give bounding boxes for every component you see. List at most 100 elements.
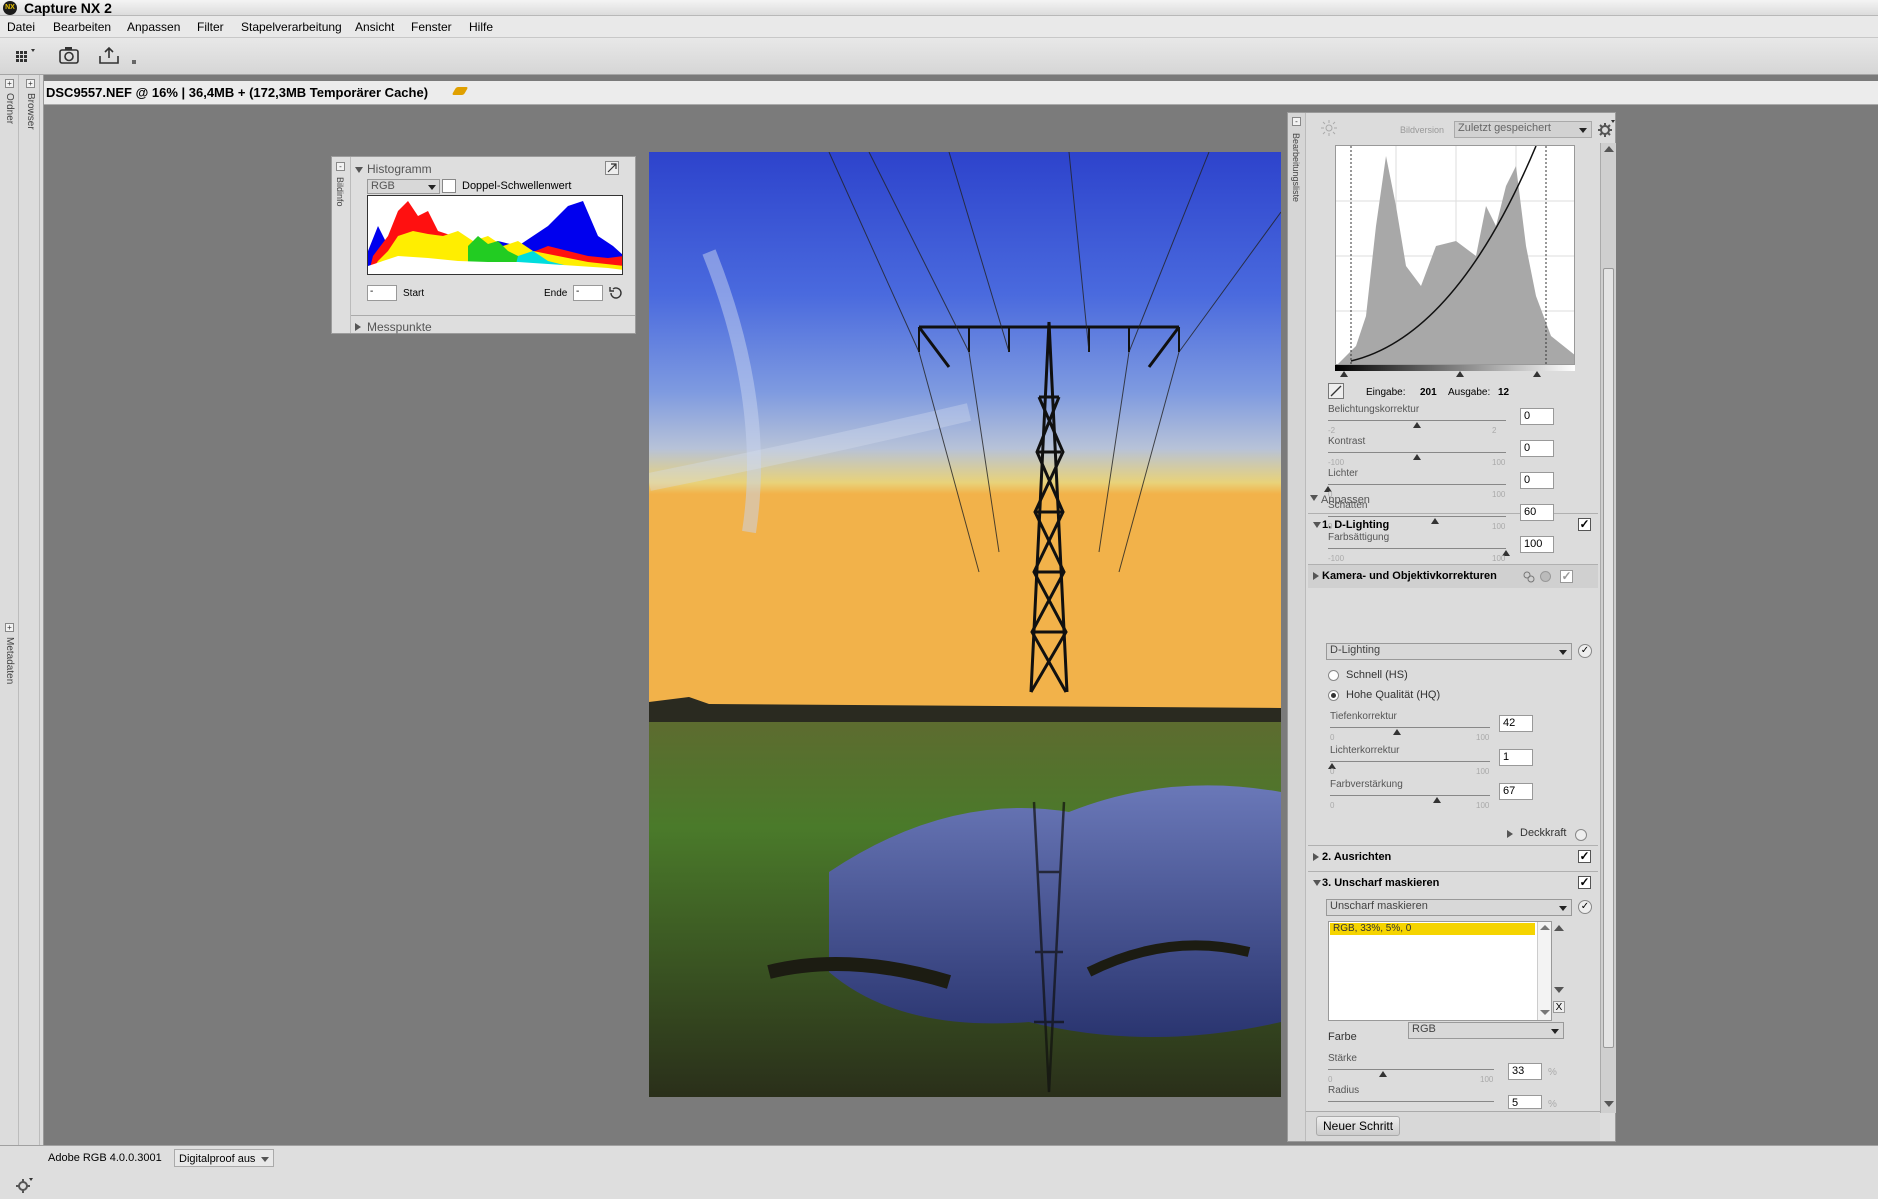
unscharf-list[interactable]: RGB, 33%, 5%, 0 (1328, 921, 1552, 1021)
slider-value-input[interactable]: 0 (1520, 408, 1554, 425)
slider-track[interactable] (1328, 484, 1506, 485)
slider-knob[interactable] (1413, 454, 1421, 460)
expand-icon[interactable]: + (26, 79, 35, 88)
menu-datei[interactable]: Datei (7, 20, 35, 34)
slider-value-input[interactable]: 42 (1499, 715, 1533, 732)
scroll-thumb[interactable] (1603, 268, 1614, 1048)
new-step-button[interactable]: Neuer Schritt (1316, 1116, 1401, 1136)
dlighting-checkbox[interactable]: ✓ (1578, 518, 1591, 531)
menu-stapelverarbeitung[interactable]: Stapelverarbeitung (241, 20, 342, 34)
kamera-checkbox[interactable]: ✓ (1560, 570, 1573, 583)
ausrichten-checkbox[interactable]: ✓ (1578, 850, 1591, 863)
color-profile-status[interactable]: Adobe RGB 4.0.0.3001 (44, 1149, 166, 1167)
slider-value-input[interactable]: 67 (1499, 783, 1533, 800)
browser-tab[interactable]: Browser (25, 93, 36, 130)
doppel-schwellenwert-checkbox[interactable] (442, 179, 456, 193)
scroll-up-icon[interactable] (1604, 146, 1614, 152)
ordner-tab[interactable]: Ordner (4, 93, 15, 124)
bearbeitungsliste-tab[interactable]: Bearbeitungsliste (1291, 133, 1301, 202)
radio-hohe-qualitaet[interactable] (1328, 690, 1339, 701)
unscharf-section-header[interactable]: 3. Unscharf maskieren ✓ (1308, 871, 1598, 893)
slider-value-input[interactable]: 0 (1520, 440, 1554, 457)
expand-icon[interactable]: + (5, 79, 14, 88)
camera-icon[interactable] (55, 44, 83, 68)
slider-track[interactable] (1328, 548, 1506, 549)
staerke-slider[interactable] (1328, 1069, 1494, 1070)
panel-scrollbar[interactable] (1600, 143, 1616, 1113)
collapse-icon[interactable]: - (336, 162, 345, 171)
staerke-knob[interactable] (1378, 1071, 1387, 1077)
slider-track[interactable] (1330, 761, 1490, 762)
histogram-channel-select[interactable]: RGB (367, 179, 440, 194)
menu-fenster[interactable]: Fenster (411, 20, 452, 34)
move-down-icon[interactable] (1554, 987, 1564, 993)
radius-slider[interactable] (1328, 1101, 1494, 1102)
messpunkte-section[interactable]: Messpunkte (367, 320, 432, 334)
gear-icon[interactable] (1596, 119, 1616, 139)
sun-icon[interactable] (1320, 119, 1338, 137)
bildversion-select[interactable]: Zuletzt gespeichert (1454, 121, 1592, 138)
slider-knob[interactable] (1393, 729, 1402, 735)
unscharf-list-item[interactable]: RGB, 33%, 5%, 0 (1330, 923, 1535, 935)
menu-ansicht[interactable]: Ansicht (355, 20, 394, 34)
unscharf-apply-icon[interactable]: ✓ (1578, 900, 1592, 914)
dot-icon[interactable] (1540, 571, 1551, 582)
histogram-start-input[interactable]: - (367, 285, 397, 301)
expand-arrow-icon[interactable] (1313, 853, 1319, 861)
list-scrollbar[interactable] (1537, 922, 1551, 1020)
scroll-down-icon[interactable] (1604, 1101, 1614, 1107)
dlighting-apply-icon[interactable]: ✓ (1578, 644, 1592, 658)
curve-black-point-knob[interactable] (1340, 371, 1348, 377)
radio-schnell[interactable] (1328, 670, 1339, 681)
staerke-input[interactable]: 33 (1508, 1063, 1542, 1080)
slider-value-input[interactable]: 60 (1520, 504, 1554, 521)
expand-arrow-icon[interactable] (355, 323, 361, 331)
kamera-section-header[interactable]: Kamera- und Objektivkorrekturen ✓ (1308, 564, 1598, 588)
digitalproof-select[interactable]: Digitalproof aus (174, 1149, 275, 1167)
unscharf-method-select[interactable]: Unscharf maskieren (1326, 899, 1572, 916)
metadaten-tab[interactable]: Metadaten (4, 637, 15, 684)
collapse-icon[interactable]: - (1292, 117, 1301, 126)
deckkraft-dot-icon[interactable] (1575, 829, 1587, 841)
grid-view-icon[interactable] (12, 44, 40, 68)
slider-track[interactable] (1328, 420, 1506, 421)
bildinfo-tab[interactable]: Bildinfo (335, 177, 345, 207)
slider-track[interactable] (1328, 516, 1506, 517)
deckkraft-expand-icon[interactable] (1507, 830, 1513, 838)
slider-track[interactable] (1328, 452, 1506, 453)
delete-icon[interactable]: X (1553, 1001, 1565, 1013)
slider-value-input[interactable]: 1 (1499, 749, 1533, 766)
settings-gear-icon[interactable] (14, 1176, 34, 1196)
tone-curve-graph[interactable] (1335, 145, 1575, 365)
export-icon[interactable] (95, 44, 123, 68)
collapse-arrow-icon[interactable] (1313, 880, 1321, 886)
histogram-popout-icon[interactable] (605, 161, 619, 175)
slider-value-input[interactable]: 0 (1520, 472, 1554, 489)
collapse-arrow-icon[interactable] (1313, 522, 1321, 528)
slider-value-input[interactable]: 100 (1520, 536, 1554, 553)
farbe-select[interactable]: RGB (1408, 1022, 1564, 1039)
move-up-icon[interactable] (1554, 925, 1564, 931)
anpassen-collapse-icon[interactable] (1310, 495, 1318, 501)
slider-track[interactable] (1330, 727, 1490, 728)
menu-hilfe[interactable]: Hilfe (469, 20, 493, 34)
radius-input[interactable]: 5 (1508, 1095, 1542, 1109)
slider-knob[interactable] (1413, 422, 1421, 428)
menu-bearbeiten[interactable]: Bearbeiten (53, 20, 111, 34)
ausrichten-section-header[interactable]: 2. Ausrichten ✓ (1308, 845, 1598, 867)
dlighting-method-select[interactable]: D-Lighting (1326, 643, 1572, 660)
collapse-arrow-icon[interactable] (355, 167, 363, 173)
curve-white-point-knob[interactable] (1533, 371, 1541, 377)
slider-knob[interactable] (1430, 518, 1439, 524)
slider-track[interactable] (1330, 795, 1490, 796)
expand-icon[interactable]: + (5, 623, 14, 632)
expand-arrow-icon[interactable] (1313, 572, 1319, 580)
curve-mid-point-knob[interactable] (1456, 371, 1464, 377)
unscharf-checkbox[interactable]: ✓ (1578, 876, 1591, 889)
slider-knob[interactable] (1433, 797, 1442, 803)
curve-reset-icon[interactable] (1328, 383, 1344, 399)
menu-anpassen[interactable]: Anpassen (127, 20, 180, 34)
link-icon[interactable] (1522, 570, 1536, 584)
reset-icon[interactable] (607, 285, 623, 301)
menu-filter[interactable]: Filter (197, 20, 224, 34)
